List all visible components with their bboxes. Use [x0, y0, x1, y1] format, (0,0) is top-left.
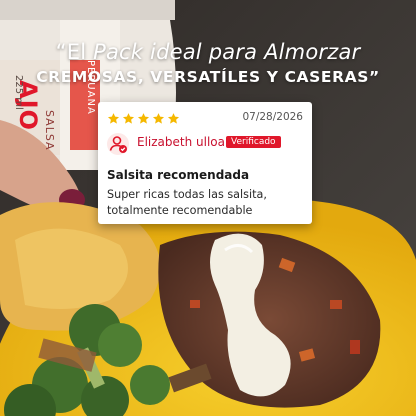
review-date: 07/28/2026 [242, 111, 303, 123]
headline-lead: “El [55, 40, 94, 64]
user-check-icon [109, 136, 127, 153]
user-avatar-icon [107, 133, 129, 155]
headline-line-2: CREMOSAS, VERSATÍLES Y CASERAS” [36, 68, 380, 86]
star-icon [137, 113, 150, 124]
headline-line-1: “El Pack ideal para Almorzar [0, 38, 416, 66]
verified-badge: Verificado [226, 136, 281, 148]
star-icon [107, 113, 120, 124]
star-rating [107, 112, 180, 125]
headline-italic: Pack ideal para Almorzar [93, 40, 361, 64]
promo-headline: “El Pack ideal para Almorzar CREMOSAS, V… [0, 38, 416, 88]
review-title: Salsita recomendada [107, 168, 250, 182]
review-author: Elizabeth ulloa [137, 135, 225, 149]
star-icon [122, 113, 135, 124]
review-card: 07/28/2026 Elizabeth ulloa Verificado Sa… [98, 102, 312, 224]
star-icon [167, 113, 180, 124]
star-icon [152, 113, 165, 124]
review-body: Super ricas todas las salsita, totalment… [107, 188, 267, 217]
